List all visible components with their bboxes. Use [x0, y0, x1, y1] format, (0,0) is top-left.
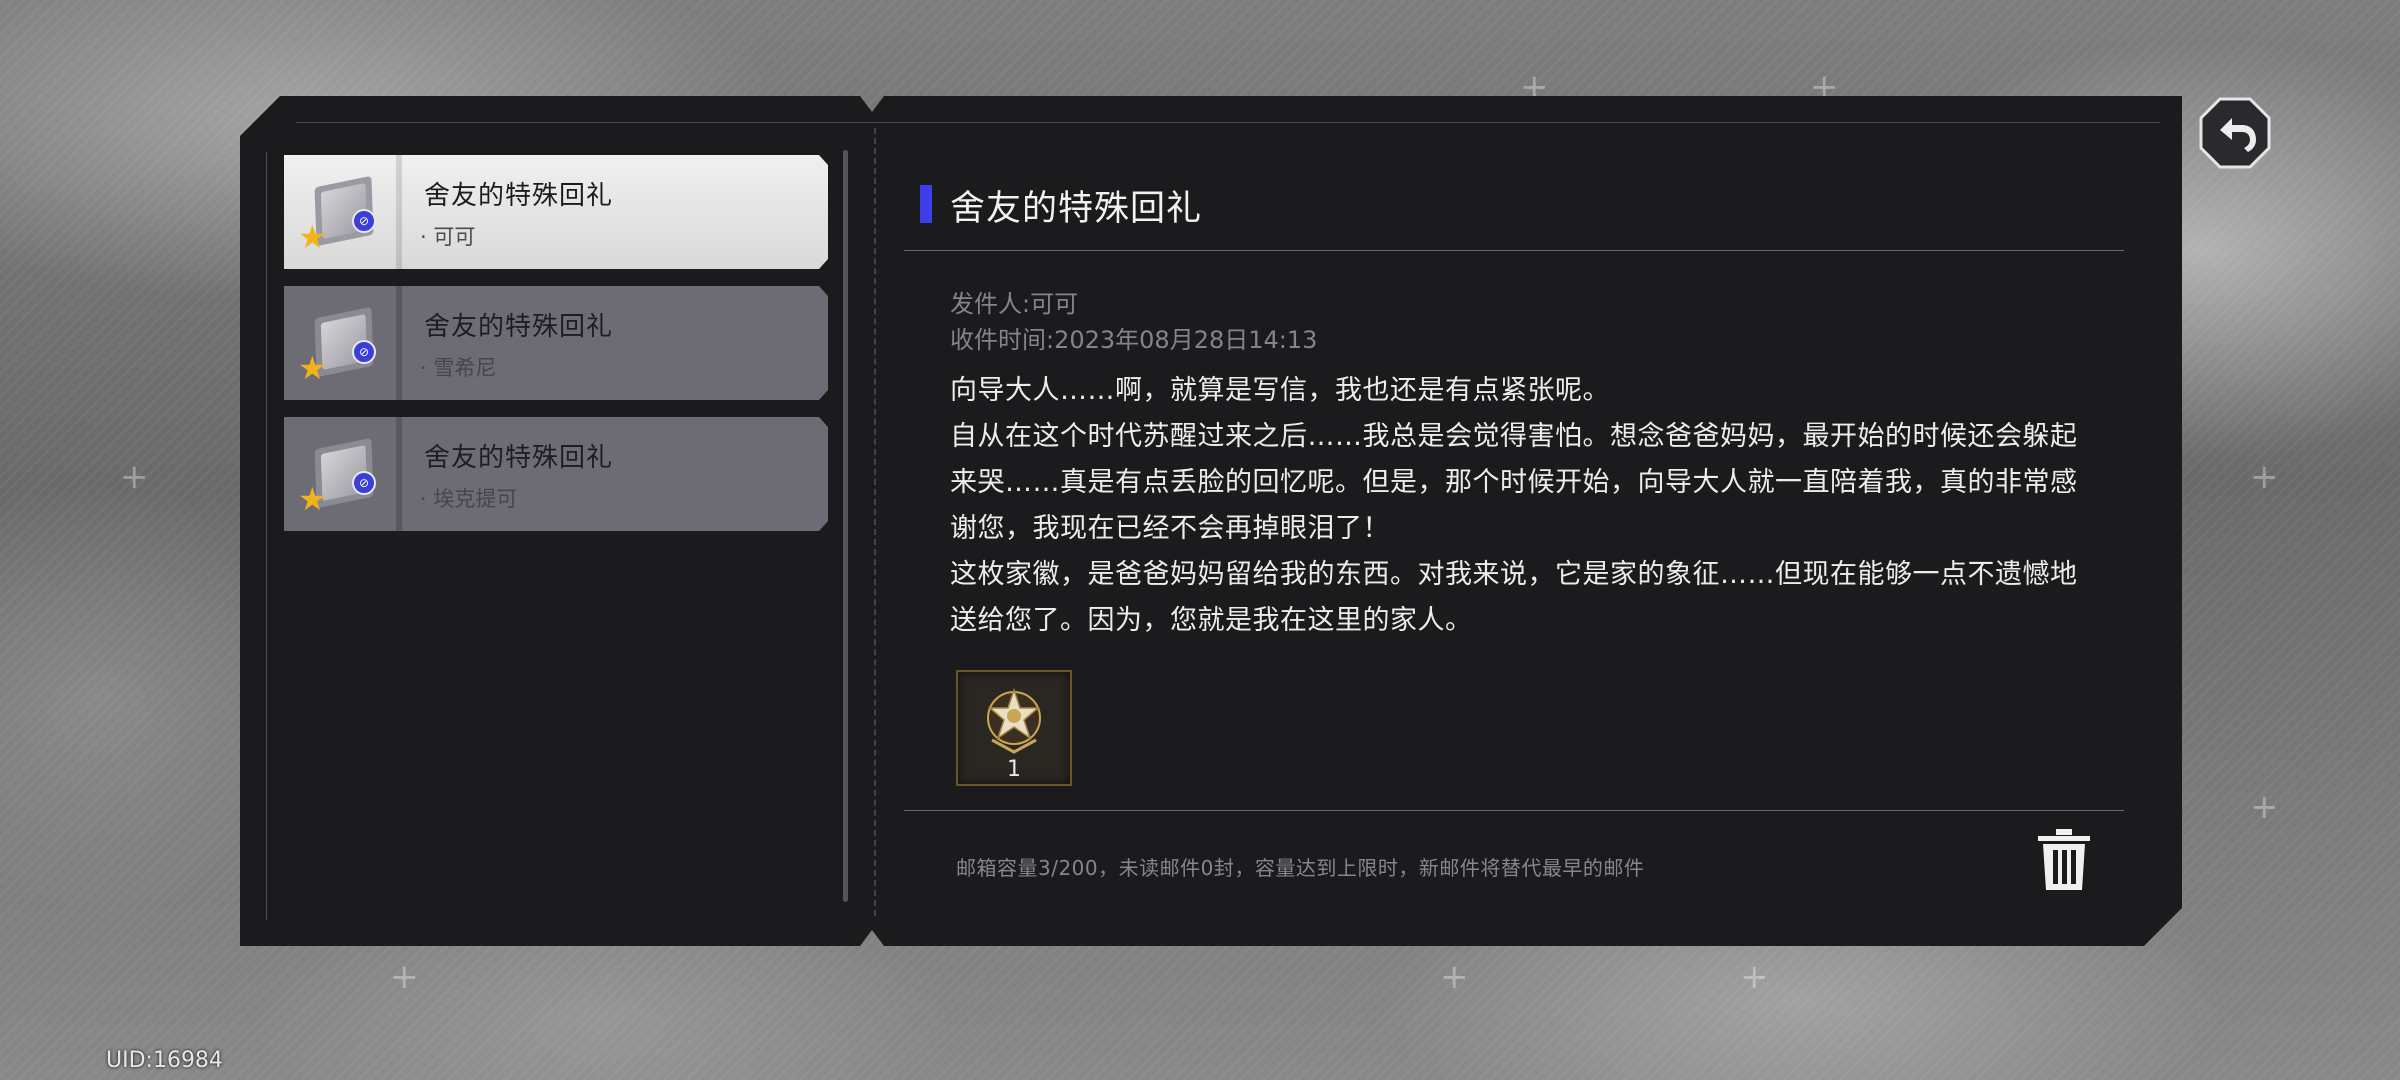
mail-sender-line: 发件人:可可: [950, 290, 1079, 318]
attachment-item[interactable]: 1: [956, 670, 1072, 786]
mail-item-title: 舍友的特殊回礼: [424, 312, 614, 342]
item-notch: [396, 417, 402, 531]
plus-decoration-icon: +: [390, 957, 419, 997]
plus-decoration-icon: +: [1440, 957, 1469, 997]
mail-list-item[interactable]: ⊘ ★ 舍友的特殊回礼 · 可可: [284, 155, 828, 269]
mail-title: 舍友的特殊回礼: [950, 189, 1203, 229]
letter-icon: ⊘ ★: [298, 435, 388, 521]
seal-icon: ⊘: [352, 340, 376, 364]
mail-item-sender: · 埃克提可: [420, 487, 518, 511]
back-button[interactable]: [2198, 96, 2272, 170]
family-crest-icon: [987, 687, 1041, 754]
letter-icon: ⊘ ★: [298, 304, 388, 390]
mail-list-item[interactable]: ⊘ ★ 舍友的特殊回礼 · 埃克提可: [284, 417, 828, 531]
mail-item-title: 舍友的特殊回礼: [424, 443, 614, 473]
delete-trash-icon[interactable]: [2034, 826, 2094, 894]
mail-item-title: 舍友的特殊回礼: [424, 181, 614, 211]
mail-list-scrollbar[interactable]: [843, 150, 848, 902]
mailbox-capacity-note: 邮箱容量3/200，未读邮件0封，容量达到上限时，新邮件将替代最早的邮件: [956, 856, 1645, 880]
seal-icon: ⊘: [352, 209, 376, 233]
mail-item-sender: · 可可: [420, 225, 476, 249]
mail-paragraph: 这枚家徽，是爸爸妈妈留给我的东西。对我来说，它是家的象征……但现在能够一点不遗憾…: [950, 559, 2078, 636]
user-id: UID:16984: [106, 1048, 223, 1073]
mail-received-time: 收件时间:2023年08月28日14:13: [950, 326, 1318, 354]
letter-icon: ⊘ ★: [298, 173, 388, 259]
star-icon: ★: [298, 349, 327, 387]
plus-decoration-icon: +: [2250, 457, 2279, 497]
header-divider: [904, 250, 2124, 251]
item-notch: [396, 155, 402, 269]
attachment-quantity: 1: [1007, 757, 1021, 782]
star-icon: ★: [298, 480, 327, 518]
seal-icon: ⊘: [352, 471, 376, 495]
star-icon: ★: [298, 218, 327, 256]
title-accent-bar: [920, 185, 932, 223]
mail-paragraph: 向导大人……啊，就算是写信，我也还是有点紧张呢。: [950, 375, 1610, 406]
mail-body: 向导大人……啊，就算是写信，我也还是有点紧张呢。 自从在这个时代苏醒过来之后………: [950, 368, 2100, 644]
item-notch: [396, 286, 402, 400]
mail-list-item[interactable]: ⊘ ★ 舍友的特殊回礼 · 雪希尼: [284, 286, 828, 400]
plus-decoration-icon: +: [120, 457, 149, 497]
plus-decoration-icon: +: [2250, 787, 2279, 827]
footer-divider: [904, 810, 2124, 811]
mail-item-sender: · 雪希尼: [420, 356, 497, 380]
panel-divider: [874, 128, 876, 916]
plus-decoration-icon: +: [1740, 957, 1769, 997]
mail-paragraph: 自从在这个时代苏醒过来之后……我总是会觉得害怕。想念爸爸妈妈，最开始的时候还会躲…: [950, 421, 2078, 544]
